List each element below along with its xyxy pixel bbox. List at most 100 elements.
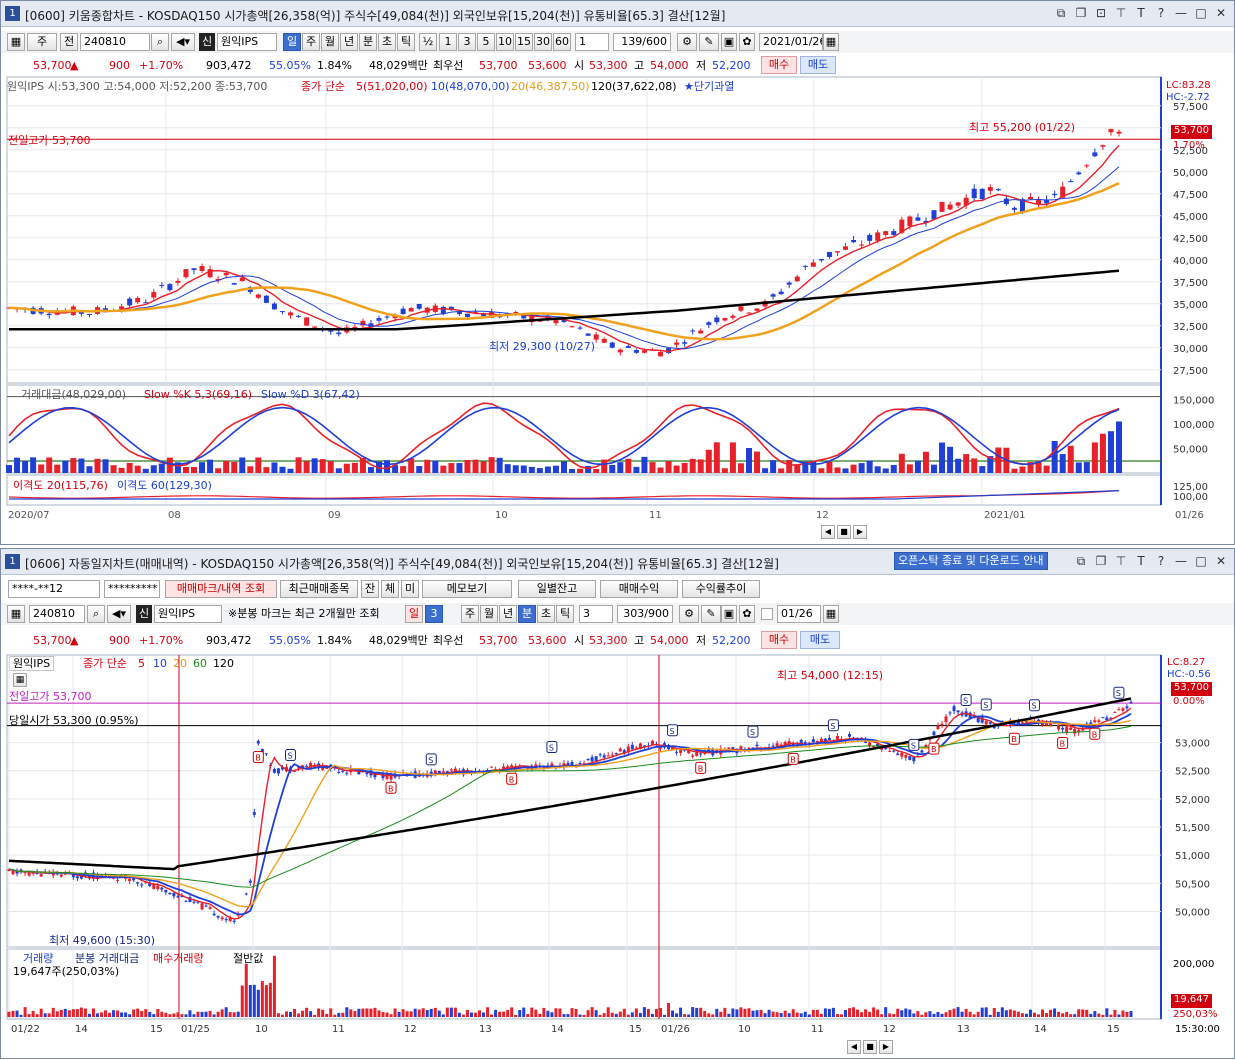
interval-select[interactable]: 1 <box>575 33 609 51</box>
scroll-right-icon[interactable]: ▶ <box>879 1040 893 1054</box>
bar-count-field[interactable]: 139/600 <box>613 33 671 51</box>
lock-icon[interactable]: ⊡ <box>1094 6 1108 20</box>
candle-body <box>550 763 554 766</box>
scroll-left-icon[interactable]: ◀ <box>847 1040 861 1054</box>
pin-icon[interactable]: ⊤ <box>1114 6 1128 20</box>
checkbox[interactable] <box>761 608 773 620</box>
grid-toggle-icon[interactable]: ▦ <box>13 673 27 687</box>
notice-button[interactable]: 오픈스탁 종료 및 다운로드 안내 <box>894 552 1048 570</box>
calendar-icon[interactable]: ▦ <box>823 33 839 51</box>
half-button[interactable]: ½ <box>419 33 437 51</box>
save-icon[interactable]: ▣ <box>721 605 737 623</box>
link-icon[interactable]: ⧉ <box>1074 554 1088 568</box>
period-minute[interactable]: 분 <box>359 33 377 51</box>
menu-grip-icon[interactable]: ▦ <box>7 605 25 623</box>
sell-button[interactable]: 매도 <box>800 56 836 74</box>
period-day[interactable]: 일 <box>283 33 301 51</box>
close-icon[interactable]: ✕ <box>1214 6 1228 20</box>
period-second[interactable]: 초 <box>537 605 555 623</box>
period-minute[interactable]: 분 <box>518 605 536 623</box>
interval-15[interactable]: 15 <box>515 33 533 51</box>
disparity-tick-label: 125,00 <box>1173 482 1208 493</box>
date-field[interactable]: 2021/01/26 <box>759 33 823 51</box>
interval-5[interactable]: 5 <box>477 33 495 51</box>
password-field[interactable]: ********* <box>104 580 160 598</box>
period-year[interactable]: 년 <box>340 33 358 51</box>
speaker-icon[interactable]: ◀▾ <box>107 605 131 623</box>
period-week[interactable]: 주 <box>302 33 320 51</box>
period-second[interactable]: 초 <box>378 33 396 51</box>
search-icon[interactable]: ⌕ <box>87 605 105 623</box>
period-tick[interactable]: 틱 <box>556 605 574 623</box>
interval-10[interactable]: 10 <box>496 33 514 51</box>
maximize-icon[interactable]: □ <box>1194 6 1208 20</box>
stock-code-input[interactable]: 240810 <box>29 605 85 623</box>
period-tick[interactable]: 틱 <box>397 33 415 51</box>
sell-button[interactable]: 매도 <box>800 631 840 649</box>
save-icon[interactable]: ▣ <box>721 33 737 51</box>
filled-button[interactable]: 체 <box>381 580 399 598</box>
interval-3[interactable]: 3 <box>458 33 476 51</box>
font-icon[interactable]: T <box>1134 6 1148 20</box>
volume-bar <box>727 1013 731 1017</box>
stop-icon[interactable]: ■ <box>863 1040 877 1054</box>
gear-icon[interactable]: ✿ <box>739 33 755 51</box>
balance-button[interactable]: 잔 <box>361 580 379 598</box>
minimize-icon[interactable]: — <box>1174 6 1188 20</box>
help-icon[interactable]: ? <box>1154 6 1168 20</box>
day-count-select[interactable]: 3 <box>425 605 443 623</box>
period-day[interactable]: 일 <box>405 605 423 623</box>
amount-bar <box>367 467 374 473</box>
bar-count-field[interactable]: 303/900 <box>617 605 673 623</box>
period-month[interactable]: 월 <box>480 605 498 623</box>
settings-tools-icon[interactable]: ⚙ <box>677 33 697 51</box>
interval-60[interactable]: 60 <box>553 33 571 51</box>
restore-icon[interactable]: ❐ <box>1094 554 1108 568</box>
minimize-icon[interactable]: — <box>1174 554 1188 568</box>
daily-balance-button[interactable]: 일별잔고 <box>518 580 596 598</box>
buy-button[interactable]: 매수 <box>761 56 797 74</box>
link-icon[interactable]: ⧉ <box>1054 6 1068 20</box>
prev-button[interactable]: 전 <box>60 33 78 51</box>
draw-tools-icon[interactable]: ✎ <box>701 605 721 623</box>
period-type-select[interactable]: 주 <box>27 33 57 51</box>
trade-mark-query-button[interactable]: 매매마크/내역 조회 <box>165 580 277 598</box>
period-month[interactable]: 월 <box>321 33 339 51</box>
calendar-icon[interactable]: ▦ <box>823 605 839 623</box>
date-field[interactable]: 01/26 <box>777 605 821 623</box>
settings-tools-icon[interactable]: ⚙ <box>679 605 699 623</box>
pin-icon[interactable]: ⊤ <box>1114 554 1128 568</box>
interval-30[interactable]: 30 <box>534 33 552 51</box>
buy-button[interactable]: 매수 <box>761 631 797 649</box>
scroll-left-icon[interactable]: ◀ <box>821 525 835 539</box>
account-select[interactable]: ****-**12 <box>8 580 100 598</box>
draw-tools-icon[interactable]: ✎ <box>699 33 719 51</box>
interval-select[interactable]: 3 <box>579 605 613 623</box>
stock-name-field[interactable]: 원익IPS <box>154 605 222 623</box>
unfilled-button[interactable]: 미 <box>401 580 419 598</box>
period-year[interactable]: 년 <box>499 605 517 623</box>
intraday-chart[interactable]: 53,000 52,500 52,000 51,500 51,000 50,500 50,0… <box>1 549 1234 1060</box>
memo-button[interactable]: 메모보기 <box>422 580 512 598</box>
menu-grip-icon[interactable]: ▦ <box>7 33 25 51</box>
period-week[interactable]: 주 <box>461 605 479 623</box>
candle-body <box>767 747 771 749</box>
search-icon[interactable]: ⌕ <box>151 33 169 51</box>
scroll-right-icon[interactable]: ▶ <box>853 525 867 539</box>
stop-icon[interactable]: ■ <box>837 525 851 539</box>
event-legend[interactable]: ★단기과열 <box>684 80 734 94</box>
volume-bar <box>876 1009 880 1017</box>
font-icon[interactable]: T <box>1134 554 1148 568</box>
restore-icon[interactable]: ❐ <box>1074 6 1088 20</box>
gear-icon[interactable]: ✿ <box>739 605 755 623</box>
recent-trades-button[interactable]: 최근매매종목 <box>280 580 358 598</box>
stock-name-field[interactable]: 원익IPS <box>217 33 277 51</box>
interval-1[interactable]: 1 <box>439 33 457 51</box>
stock-code-input[interactable]: 240810 <box>80 33 150 51</box>
help-icon[interactable]: ? <box>1154 554 1168 568</box>
speaker-icon[interactable]: ◀▾ <box>171 33 195 51</box>
return-trend-button[interactable]: 수익률추이 <box>682 580 760 598</box>
maximize-icon[interactable]: □ <box>1194 554 1208 568</box>
close-icon[interactable]: ✕ <box>1214 554 1228 568</box>
trade-profit-button[interactable]: 매매수익 <box>600 580 678 598</box>
